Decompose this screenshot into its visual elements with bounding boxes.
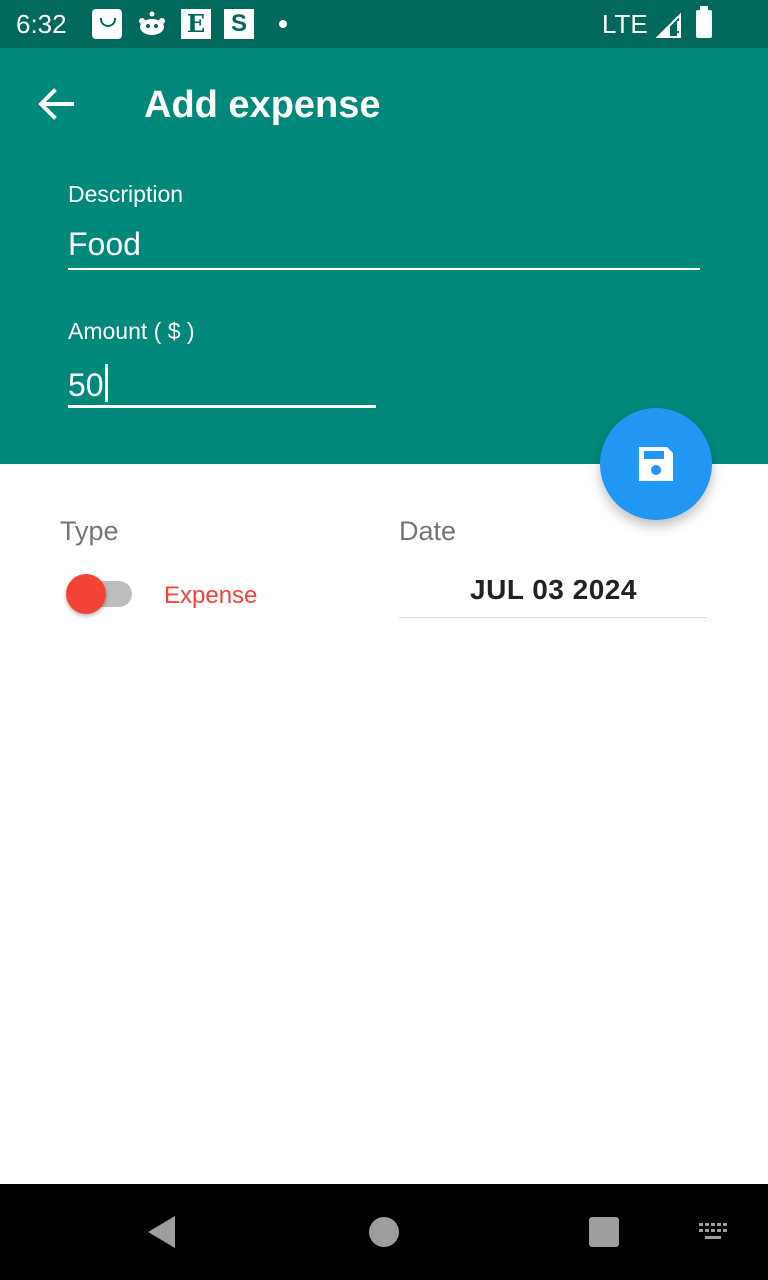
amount-underline — [68, 405, 376, 408]
date-label: Date — [399, 516, 457, 546]
keyboard-icon[interactable] — [698, 1222, 732, 1242]
s-app-icon: S — [224, 9, 254, 39]
nav-home-icon[interactable] — [369, 1217, 399, 1247]
more-dot-icon — [279, 20, 287, 28]
nav-back-icon[interactable] — [146, 1215, 176, 1249]
save-icon — [639, 447, 673, 481]
nav-recents-icon[interactable] — [589, 1217, 619, 1247]
amount-input[interactable]: 50 — [68, 364, 108, 404]
reddit-icon — [137, 9, 167, 39]
network-type: LTE — [602, 9, 648, 39]
type-value: Expense — [164, 582, 258, 609]
text-cursor — [104, 364, 108, 402]
description-label: Description — [68, 181, 184, 207]
signal-icon — [655, 11, 684, 39]
etsy-icon: E — [181, 9, 211, 39]
battery-icon — [696, 6, 712, 38]
amount-value: 50 — [68, 367, 104, 403]
amount-label: Amount ( $ ) — [68, 318, 195, 344]
save-button[interactable] — [600, 408, 712, 520]
app-bar: Add expense Description Food Amount ( $ … — [0, 48, 768, 464]
toggle-thumb — [66, 574, 106, 614]
description-value: Food — [68, 226, 141, 262]
date-value: JUL 03 2024 — [470, 574, 637, 605]
back-button[interactable] — [30, 78, 82, 130]
date-picker-button[interactable]: JUL 03 2024 — [399, 566, 708, 618]
status-time: 6:32 — [16, 9, 67, 39]
type-label: Type — [60, 516, 119, 546]
page-title: Add expense — [144, 84, 381, 126]
type-toggle[interactable] — [66, 572, 134, 616]
arrow-back-icon — [38, 88, 74, 120]
status-bar: 6:32 E S LTE — [0, 0, 768, 48]
shopping-bag-icon — [92, 9, 122, 39]
description-underline — [68, 268, 700, 270]
